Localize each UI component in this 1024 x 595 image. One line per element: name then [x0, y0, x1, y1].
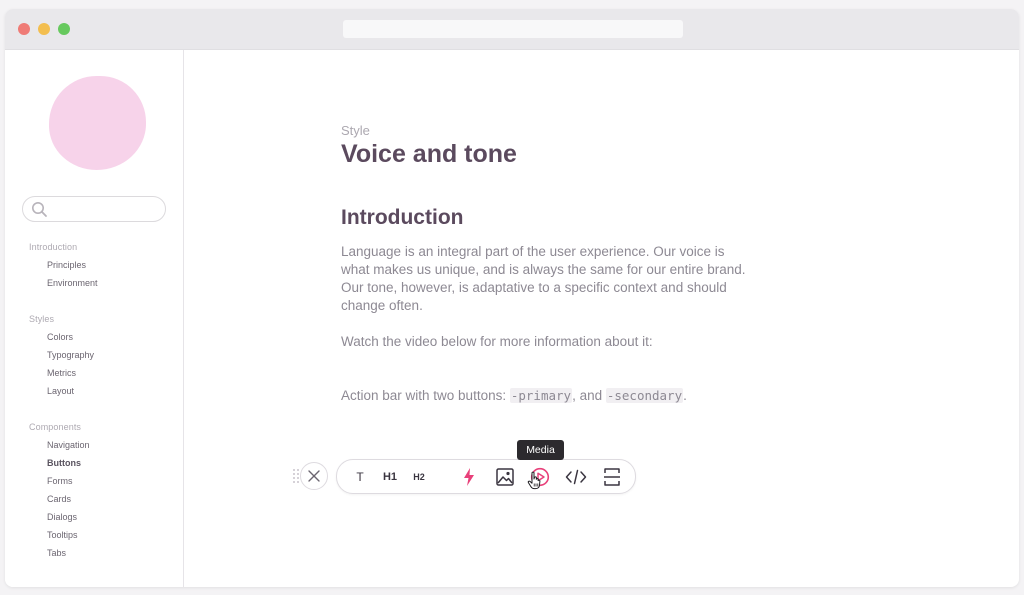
sidebar-item-environment[interactable]: Environment: [47, 278, 98, 288]
h2-button[interactable]: H2: [407, 460, 431, 493]
text-button[interactable]: T: [351, 460, 369, 493]
sidebar: Introduction Principles Environment Styles C…: [5, 50, 184, 587]
nav-section-header: Styles: [29, 314, 55, 324]
code-secondary: -secondary: [605, 388, 684, 403]
logo: [49, 76, 146, 170]
h1-button[interactable]: H1: [378, 460, 402, 493]
nav-section-header: Components: [29, 422, 82, 432]
image-icon: [496, 467, 514, 486]
code-primary: -primary: [509, 388, 573, 403]
text-middle: , and: [572, 388, 606, 403]
maximize-window-dot[interactable]: [58, 23, 70, 35]
search-icon: [32, 202, 47, 217]
sidebar-item-forms[interactable]: Forms: [47, 476, 73, 486]
media-tooltip: Media: [517, 440, 564, 460]
text-prefix: Action bar with two buttons:: [341, 388, 510, 403]
action-bar-paragraph[interactable]: Action bar with two buttons: -primary, a…: [341, 387, 751, 405]
divider-button[interactable]: [600, 460, 624, 493]
sidebar-item-buttons[interactable]: Buttons: [47, 458, 81, 468]
page-kicker: Style: [341, 123, 370, 138]
hand-cursor-icon: [527, 471, 541, 490]
code-icon: [565, 469, 587, 484]
close-toolbar-button[interactable]: [300, 462, 328, 490]
browser-window: Introduction Principles Environment Styles C…: [5, 9, 1019, 587]
text-suffix: .: [683, 388, 687, 403]
sidebar-item-tooltips[interactable]: Tooltips: [47, 530, 78, 540]
minimize-window-dot[interactable]: [38, 23, 50, 35]
bolt-button[interactable]: [457, 460, 481, 493]
video-paragraph[interactable]: Watch the video below for more informati…: [341, 333, 751, 351]
sidebar-item-navigation[interactable]: Navigation: [47, 440, 90, 450]
sidebar-item-principles[interactable]: Principles: [47, 260, 86, 270]
sidebar-item-layout[interactable]: Layout: [47, 386, 74, 396]
divider-icon: [604, 467, 620, 486]
drag-handle-icon[interactable]: [292, 468, 300, 484]
sidebar-item-metrics[interactable]: Metrics: [47, 368, 76, 378]
intro-paragraph[interactable]: Language is an integral part of the user…: [341, 243, 751, 315]
title-bar: [5, 9, 1019, 50]
main-content: Style Voice and tone Introduction Langua…: [184, 50, 1019, 587]
code-button[interactable]: [564, 460, 588, 493]
image-button[interactable]: [493, 460, 517, 493]
sidebar-item-colors[interactable]: Colors: [47, 332, 73, 342]
sidebar-item-dialogs[interactable]: Dialogs: [47, 512, 77, 522]
close-icon: [308, 470, 320, 482]
page-title: Voice and tone: [341, 140, 517, 168]
sidebar-item-cards[interactable]: Cards: [47, 494, 71, 504]
search-input[interactable]: [22, 196, 166, 222]
insert-toolbar: T H1 H2: [336, 459, 636, 494]
section-title: Introduction: [341, 206, 464, 229]
address-bar[interactable]: [343, 20, 683, 38]
bolt-icon: [464, 467, 474, 486]
sidebar-item-typography[interactable]: Typography: [47, 350, 94, 360]
sidebar-item-tabs[interactable]: Tabs: [47, 548, 66, 558]
nav-section-header: Introduction: [29, 242, 78, 252]
close-window-dot[interactable]: [18, 23, 30, 35]
